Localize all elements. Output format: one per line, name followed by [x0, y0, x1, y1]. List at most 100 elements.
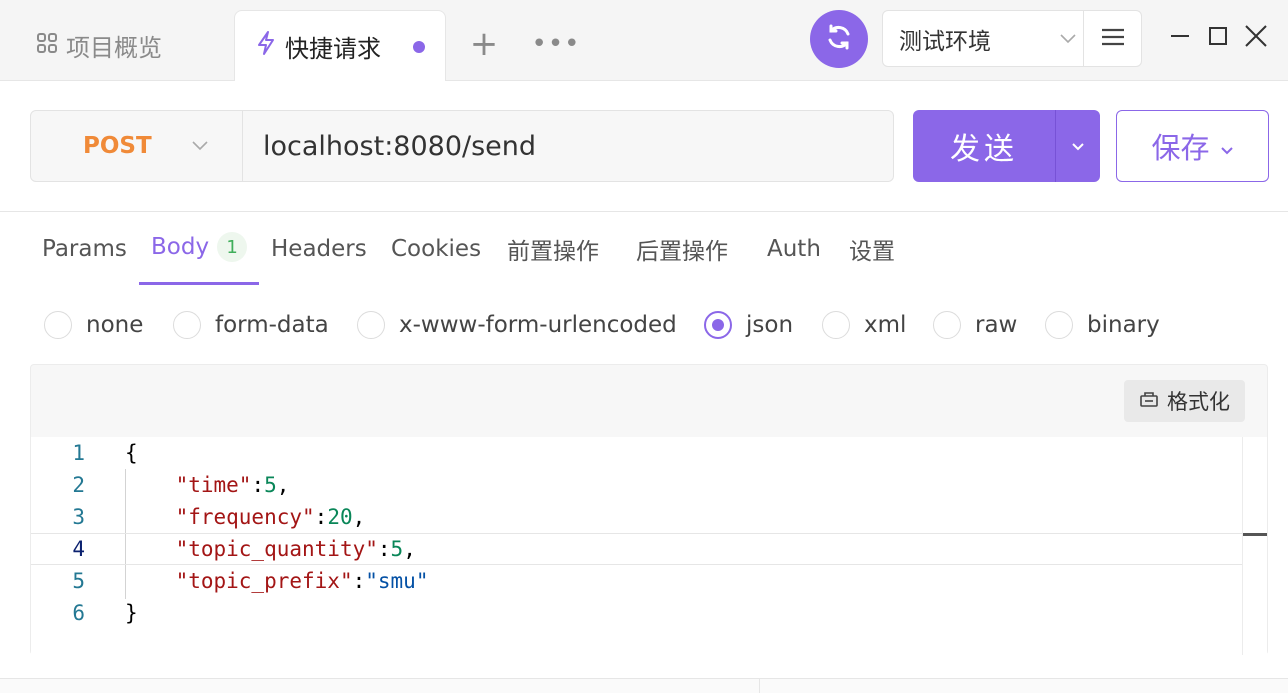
radio-label: xml	[864, 312, 907, 338]
format-button[interactable]: 格式化	[1124, 380, 1245, 422]
json-punct: ,	[403, 537, 416, 561]
tab-auth[interactable]: Auth	[767, 212, 821, 285]
chevron-down-icon	[1220, 129, 1234, 163]
tab-project-overview[interactable]: 项目概览	[22, 10, 232, 81]
lightning-icon	[255, 30, 277, 62]
chevron-down-icon	[1053, 33, 1083, 45]
radio-label: form-data	[215, 312, 329, 338]
save-button-label: 保存	[1151, 131, 1210, 165]
json-punct: ,	[352, 505, 366, 529]
hamburger-icon	[1101, 28, 1125, 50]
json-value: 20	[327, 505, 353, 529]
maximize-button[interactable]	[1202, 22, 1234, 54]
body-count-badge: 1	[217, 232, 248, 262]
url-input[interactable]: localhost:8080/send	[243, 111, 893, 181]
tab-post-operations[interactable]: 后置操作	[636, 212, 728, 285]
code-text: }	[125, 601, 138, 625]
code-editor[interactable]: 1 { 2 "time":5, 3 "frequency":20, 4 "top…	[31, 437, 1267, 655]
top-tab-bar: 项目概览 快捷请求 + ••• 测试环境	[0, 0, 1288, 81]
minimize-button[interactable]	[1164, 22, 1196, 54]
json-value: "smu"	[365, 569, 429, 593]
chevron-down-icon	[191, 137, 209, 156]
minimize-icon	[1169, 25, 1191, 51]
line-number: 4	[72, 537, 85, 561]
code-text: "frequency":20,	[175, 505, 366, 529]
send-button-group: 发送	[913, 110, 1100, 182]
send-button[interactable]: 发送	[913, 110, 1055, 182]
radio-circle-selected	[704, 311, 732, 339]
tab-cookies[interactable]: Cookies	[391, 212, 481, 285]
line-number: 5	[72, 569, 85, 593]
chevron-down-icon	[1071, 137, 1085, 156]
json-editor-panel: 格式化 1 { 2 "time":5, 3 "frequency":20, 4 …	[30, 364, 1268, 655]
radio-circle	[822, 311, 850, 339]
radio-none[interactable]: none	[44, 311, 143, 339]
tab-quick-request-label: 快捷请求	[285, 34, 381, 63]
code-text: "time":5,	[175, 473, 290, 497]
json-key: "topic_prefix"	[175, 569, 353, 593]
radio-label: binary	[1087, 312, 1160, 338]
add-tab-button[interactable]: +	[466, 24, 502, 64]
radio-circle	[44, 311, 72, 339]
close-window-button[interactable]	[1240, 22, 1272, 54]
format-button-label: 格式化	[1167, 390, 1230, 414]
tab-settings[interactable]: 设置	[849, 212, 895, 285]
environment-select[interactable]: 测试环境	[882, 10, 1142, 67]
radio-circle	[933, 311, 961, 339]
environment-menu-button[interactable]	[1083, 11, 1141, 66]
radio-json[interactable]: json	[704, 311, 793, 339]
json-value: 5	[264, 473, 277, 497]
request-subtabs: Params Body 1 Headers Cookies 前置操作 后置操作 …	[0, 212, 1288, 285]
body-type-radio-group: none form-data x-www-form-urlencoded jso…	[0, 295, 1288, 357]
code-text: {	[125, 441, 138, 465]
tab-quick-request[interactable]: 快捷请求	[234, 10, 446, 81]
code-text: "topic_prefix":"smu"	[175, 569, 429, 593]
more-tabs-button[interactable]: •••	[532, 26, 580, 62]
radio-urlencoded[interactable]: x-www-form-urlencoded	[357, 311, 677, 339]
code-line: 5 "topic_prefix":"smu"	[31, 565, 1243, 597]
send-options-button[interactable]	[1055, 110, 1100, 182]
request-bar: POST localhost:8080/send 发送 保存	[0, 81, 1288, 212]
code-line: 6 }	[31, 597, 1243, 629]
json-key: "topic_quantity"	[175, 537, 378, 561]
json-key: "time"	[175, 473, 252, 497]
refresh-icon	[824, 22, 854, 56]
editor-scrollbar[interactable]	[1242, 437, 1267, 655]
unsaved-dot-indicator	[413, 41, 425, 53]
code-line-current: 4 "topic_quantity":5,	[31, 533, 1267, 565]
panel-divider[interactable]	[759, 679, 760, 693]
line-number: 1	[72, 441, 85, 465]
tab-headers[interactable]: Headers	[271, 212, 367, 285]
tab-body[interactable]: Body 1	[139, 212, 260, 285]
line-number: 6	[72, 601, 85, 625]
tab-params[interactable]: Params	[42, 212, 127, 285]
tab-pre-operations[interactable]: 前置操作	[507, 212, 599, 285]
radio-circle	[173, 311, 201, 339]
json-punct: ,	[276, 473, 290, 497]
code-line: 1 {	[31, 437, 1243, 469]
radio-circle	[357, 311, 385, 339]
radio-xml[interactable]: xml	[822, 311, 906, 339]
maximize-icon	[1207, 25, 1229, 51]
json-value: 5	[390, 537, 404, 561]
radio-label: none	[86, 312, 144, 338]
radio-raw[interactable]: raw	[933, 311, 1017, 339]
radio-binary[interactable]: binary	[1045, 311, 1160, 339]
url-group: POST localhost:8080/send	[30, 110, 894, 182]
method-select[interactable]: POST	[31, 111, 243, 181]
grid-icon	[36, 32, 58, 60]
code-line: 3 "frequency":20,	[31, 501, 1243, 533]
bottom-panel-edge	[0, 678, 1288, 693]
line-number: 3	[72, 505, 85, 529]
close-icon	[1244, 24, 1268, 52]
code-line: 2 "time":5,	[31, 469, 1243, 501]
sync-button[interactable]	[810, 10, 868, 68]
radio-circle	[1045, 311, 1073, 339]
line-number: 2	[72, 473, 85, 497]
method-select-value: POST	[83, 133, 152, 159]
radio-form-data[interactable]: form-data	[173, 311, 329, 339]
radio-label: json	[746, 312, 794, 338]
radio-label: raw	[975, 312, 1018, 338]
save-button[interactable]: 保存	[1116, 110, 1269, 182]
code-text: "topic_quantity":5,	[175, 537, 416, 561]
